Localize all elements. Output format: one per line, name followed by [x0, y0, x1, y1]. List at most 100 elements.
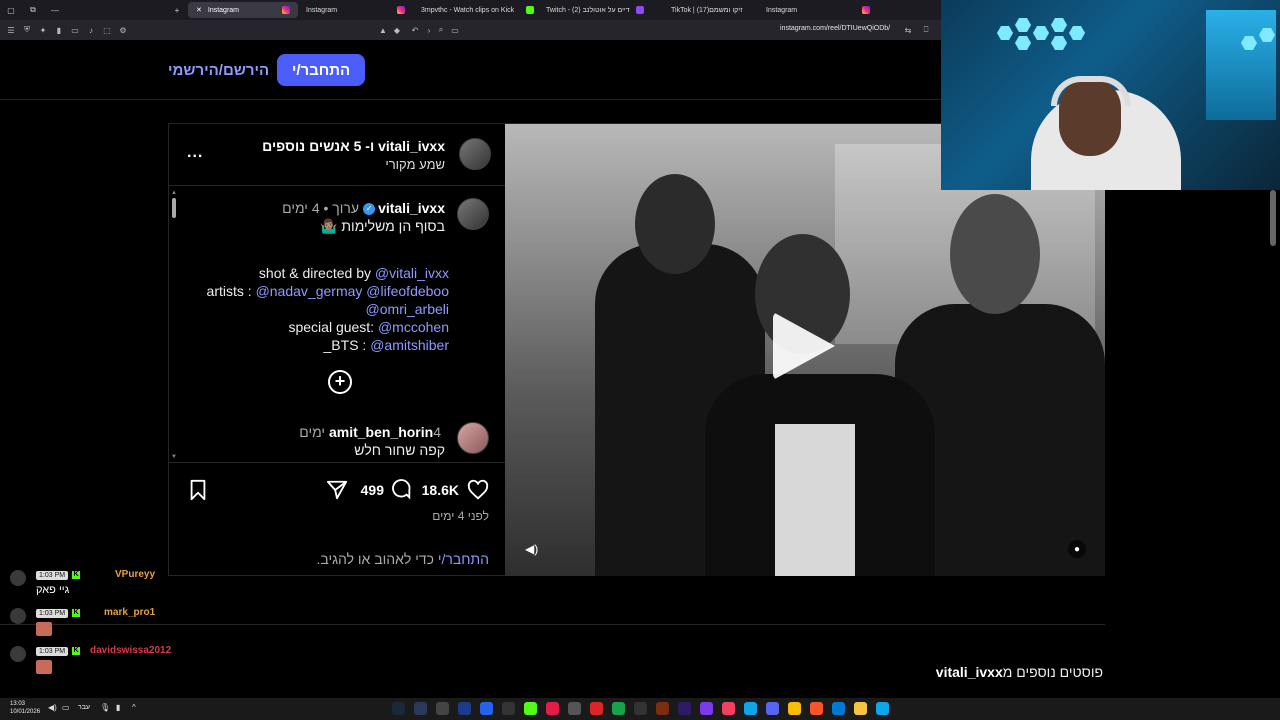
author-name[interactable]: vitali_ivxx: [378, 200, 445, 216]
monitor-icon[interactable]: ▭: [62, 703, 70, 712]
window-menu-icon[interactable]: ▢: [0, 6, 22, 15]
user-tag-icon[interactable]: ●: [1068, 540, 1086, 558]
scroll-up-icon[interactable]: ▲: [171, 190, 177, 196]
warning-icon[interactable]: ▲: [378, 25, 388, 35]
scroll-down-icon[interactable]: ▼: [171, 454, 177, 460]
split-view-icon[interactable]: ▭: [70, 25, 80, 35]
app-icon[interactable]: [546, 702, 559, 715]
reel-post: ◀) ● vitali_ivxx ו- 5 אנשים נוספים שמע מ…: [168, 123, 1105, 576]
comments-scrollbar[interactable]: [172, 198, 176, 218]
app-icon[interactable]: [414, 702, 427, 715]
music-icon[interactable]: ♪: [86, 25, 96, 35]
mention-link[interactable]: @mccohen: [378, 319, 449, 335]
more-options-icon[interactable]: ...: [187, 144, 203, 162]
volume-icon[interactable]: ◀): [48, 703, 57, 712]
chevron-up-icon[interactable]: ^: [132, 703, 136, 712]
app-icon[interactable]: [458, 702, 471, 715]
commenter-avatar[interactable]: [457, 422, 489, 454]
steam-icon[interactable]: [392, 702, 405, 715]
forward-icon[interactable]: ›: [424, 25, 434, 35]
post-header-title[interactable]: vitali_ivxx ו- 5 אנשים נוספים: [262, 138, 445, 154]
battery-icon[interactable]: ▮: [116, 703, 120, 712]
bookmark-icon[interactable]: ⎕: [921, 25, 931, 35]
microphone-icon[interactable]: 🎙: [100, 703, 110, 712]
app-icon[interactable]: [568, 702, 581, 715]
mention-link[interactable]: @nadav_germay: [256, 283, 363, 299]
app-icon[interactable]: [590, 702, 603, 715]
app-icon[interactable]: [744, 702, 757, 715]
mention-link[interactable]: @vitali_ivxx: [375, 265, 449, 281]
login-button[interactable]: התחבר/י: [277, 54, 365, 86]
discord-icon[interactable]: [766, 702, 779, 715]
search-icon[interactable]: ⌕: [436, 25, 446, 35]
tab-tiktok[interactable]: TikTok | זיקו ומשמם(17): [663, 2, 758, 18]
page-scrollbar[interactable]: [1270, 190, 1276, 246]
windows-start-icon[interactable]: [876, 702, 889, 715]
translate-icon[interactable]: ⇆: [903, 25, 913, 35]
back-icon[interactable]: ↶: [410, 25, 420, 35]
new-tab-icon[interactable]: +: [166, 6, 188, 15]
kick-app-icon[interactable]: [524, 702, 537, 715]
premiere-icon[interactable]: [678, 702, 691, 715]
extensions-icon[interactable]: ✦: [38, 25, 48, 35]
hex-light: [1033, 26, 1049, 40]
mention-link[interactable]: @lifeofdeboo: [366, 283, 449, 299]
screenshot-icon[interactable]: ⬚: [102, 25, 112, 35]
collab-avatar[interactable]: [459, 138, 491, 170]
tab-instagram[interactable]: Instagram: [298, 2, 413, 18]
restore-icon[interactable]: ⧉: [22, 5, 44, 15]
app-icon[interactable]: [502, 702, 515, 715]
tab-kick[interactable]: 3mpvthc - Watch clips on Kick: [413, 2, 538, 18]
app-icon[interactable]: [656, 702, 669, 715]
edge-icon[interactable]: [832, 702, 845, 715]
close-tab-icon[interactable]: ✕: [196, 6, 202, 14]
chatgpt-icon[interactable]: [634, 702, 647, 715]
chrome-icon[interactable]: [788, 702, 801, 715]
share-icon[interactable]: [326, 479, 348, 501]
taskbar-clock[interactable]: 13:03 10/01/2026: [10, 700, 40, 716]
load-more-comments-icon[interactable]: +: [328, 370, 352, 394]
menu-icon[interactable]: ☰: [6, 25, 16, 35]
tab-instagram-active[interactable]: ✕ Instagram: [188, 2, 298, 18]
tab-icon[interactable]: ▭: [450, 25, 460, 35]
sidebar-icon[interactable]: ▮: [54, 25, 64, 35]
comment-icon[interactable]: [391, 479, 413, 501]
mention-link[interactable]: @omri_arbeli: [366, 301, 449, 317]
author-meta: ערוך • 4 ימים: [282, 200, 360, 216]
minimize-icon[interactable]: —: [44, 6, 66, 15]
play-icon[interactable]: [773, 312, 835, 380]
file-explorer-icon[interactable]: [854, 702, 867, 715]
app-icon[interactable]: [612, 702, 625, 715]
settings-icon[interactable]: ⚙: [118, 25, 128, 35]
url-field[interactable]: instagram.com/reel/DTIUewQiODb/: [780, 25, 890, 32]
tab-twitch[interactable]: Twitch - (2) דיים על אוטולנב: [538, 2, 663, 18]
comment-username[interactable]: amit_ben_horin4 ימים: [299, 424, 445, 440]
tab-label: Instagram: [766, 6, 798, 14]
more-posts-prefix: פוסטים נוספים מ: [1002, 664, 1103, 680]
like-icon[interactable]: [467, 479, 489, 501]
mention-link[interactable]: @amitshiber: [370, 337, 449, 353]
login-prompt-link[interactable]: התחבר/י: [438, 551, 489, 567]
reel-video[interactable]: ◀) ●: [505, 124, 1105, 576]
webcam-overlay: [941, 0, 1280, 190]
more-posts-user[interactable]: vitali_ivxx: [936, 664, 1003, 680]
signup-link[interactable]: הירשם/הירשמי: [168, 62, 269, 79]
author-avatar[interactable]: [457, 198, 489, 230]
commenter-name[interactable]: amit_ben_horin: [329, 424, 433, 440]
brave-icon[interactable]: [810, 702, 823, 715]
caption-text: shot & directed by: [258, 265, 375, 281]
app-icon[interactable]: [700, 702, 713, 715]
save-icon[interactable]: [187, 479, 209, 501]
brave-shield-icon[interactable]: ◆: [392, 25, 402, 35]
speaker-icon[interactable]: ◀): [525, 542, 538, 556]
audio-label[interactable]: שמע מקורי: [385, 157, 445, 172]
app-icon[interactable]: [436, 702, 449, 715]
music-app-icon[interactable]: [722, 702, 735, 715]
tab-instagram-3[interactable]: Instagram: [758, 2, 878, 18]
language-indicator[interactable]: עבר: [78, 704, 90, 711]
likes-count[interactable]: 18.6K: [422, 482, 459, 498]
author-username[interactable]: vitali_ivxx✓ערוך • 4 ימים: [282, 200, 445, 216]
comments-count[interactable]: 499: [361, 482, 384, 498]
shield-icon[interactable]: ⛨: [22, 25, 32, 35]
app-icon[interactable]: [480, 702, 493, 715]
